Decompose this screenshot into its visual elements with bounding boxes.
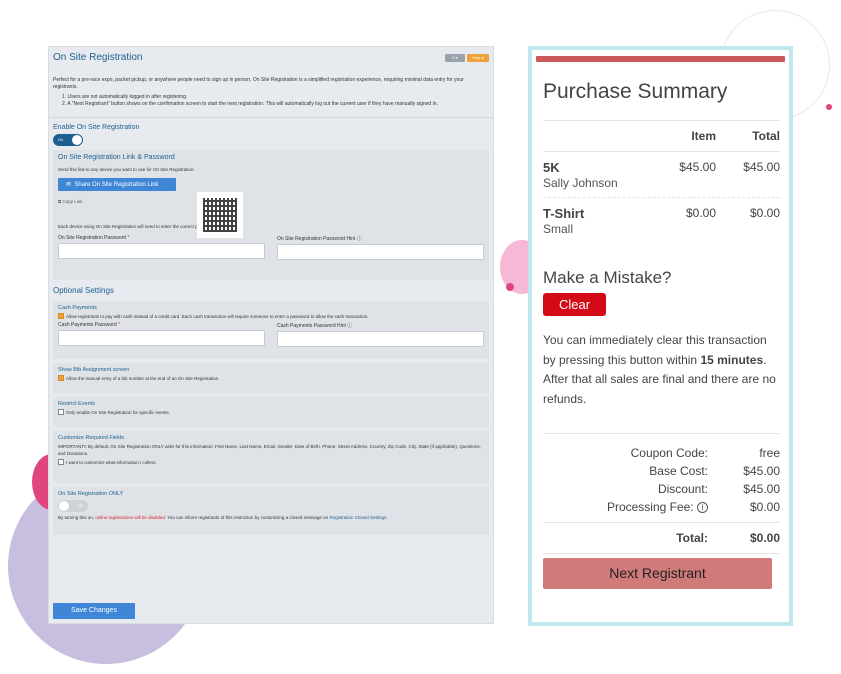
only-toggle[interactable]: Off [58, 500, 88, 512]
row-name: T-Shirt [543, 206, 585, 221]
device-note: Each device using On Site Registration w… [58, 224, 216, 229]
only-box: On Site Registration ONLY Off By turning… [53, 487, 489, 535]
list-item: 2. A "Next Registrant" button shows on t… [62, 101, 438, 107]
row-sub: Sally Johnson [543, 176, 618, 190]
customize-box: Customize Required Fields IMPORTANT!! By… [53, 431, 489, 483]
enable-toggle[interactable]: On [53, 134, 83, 146]
totals-section: Coupon Code: free Base Cost: $45.00 Disc… [543, 433, 780, 554]
bib-check-text: Allow the manual entry of a bib number a… [66, 375, 220, 381]
row-sub: Small [543, 222, 574, 236]
page-title: On Site Registration [53, 52, 143, 63]
toggle-label: On [58, 137, 64, 142]
customize-check-text: I want to customize what information I c… [66, 459, 157, 465]
mistake-title: Make a Mistake? [543, 268, 672, 287]
next-registrant-button[interactable]: Next Registrant [543, 558, 772, 589]
customize-important: IMPORTANT!! By default, On Site Registra… [58, 444, 481, 456]
processing-fee-label: Processing Fee: [606, 500, 694, 514]
coupon-label: Coupon Code: [630, 446, 708, 460]
restrict-check-text: Only enable On Site Registration for spe… [66, 409, 171, 415]
row-total: $45.00 [743, 160, 780, 174]
decor-dot [506, 283, 514, 291]
only-title: On Site Registration ONLY [58, 491, 124, 497]
description: Perfect for a pre-race expo, packet pick… [53, 77, 464, 90]
notes-list: 1. Users are not automatically logged in… [49, 91, 493, 107]
restrict-title: Restrict Events [58, 401, 95, 407]
only-note-pre: By turning this on, [58, 515, 95, 520]
optional-settings-title: Optional Settings [53, 286, 114, 295]
on-site-settings-panel: On Site Registration 0 ▾ Help ● Perfect … [48, 46, 494, 624]
purchase-summary-panel: Purchase Summary Item Total 5K Sally Joh… [528, 46, 793, 626]
required-mark: * [127, 235, 130, 241]
only-note-mid: You can inform registrants of this restr… [167, 515, 329, 520]
cash-check-text: Allow registrants to pay with cash inste… [66, 313, 369, 319]
bib-title: Show Bib Assignment screen [58, 367, 130, 373]
base-cost-label: Base Cost: [649, 464, 708, 478]
cash-payments-title: Cash Payments [58, 305, 97, 311]
qr-code [197, 192, 243, 238]
password-input[interactable] [58, 243, 265, 259]
restrict-checkbox[interactable] [58, 409, 64, 415]
col-total: Total [752, 129, 780, 143]
help-button[interactable]: Help ● [467, 54, 489, 62]
decor-dot [826, 104, 832, 110]
share-link-button[interactable]: ✉ Share On Site Registration Link [58, 178, 177, 191]
cash-password-label: Cash Payments Password [58, 322, 117, 328]
base-cost-value: $45.00 [743, 464, 780, 478]
discount-value: $45.00 [743, 482, 780, 496]
cash-hint-label: Cash Payments Password Hint ⓘ [277, 323, 353, 329]
only-note: By turning this on, online registrations… [58, 515, 484, 520]
table-header: Item Total [543, 121, 780, 151]
cash-payments-box: Cash Payments Allow registrants to pay w… [53, 301, 489, 359]
customize-checkbox[interactable] [58, 459, 64, 465]
cash-password-input[interactable] [58, 330, 265, 346]
share-link-label: Share On Site Registration Link [74, 182, 159, 188]
info-icon[interactable]: i [697, 502, 708, 514]
total-value: $0.00 [749, 531, 780, 545]
password-hint-input[interactable] [277, 244, 484, 260]
enable-label: Enable On Site Registration [53, 124, 140, 131]
link-box-title: On Site Registration Link & Password [58, 154, 175, 161]
processing-fee-value: $0.00 [749, 500, 780, 514]
row-item: $0.00 [685, 206, 716, 220]
cash-hint-input[interactable] [277, 331, 484, 347]
clear-button[interactable]: Clear [543, 293, 606, 316]
password-hint-label: On Site Registration Password Hint ⓘ [277, 236, 362, 242]
table-row: 5K Sally Johnson $45.00 $45.00 [543, 152, 780, 197]
copy-link-button[interactable]: ⧉ Copy Link [58, 199, 484, 204]
copy-link-label: Copy Link [62, 199, 83, 204]
total-label: Total: [676, 531, 708, 545]
send-link-text: Send this link to any device you want to… [58, 167, 195, 172]
bib-checkbox[interactable] [58, 375, 64, 381]
panel-header: On Site Registration 0 ▾ Help ● [49, 47, 493, 69]
customize-title: Customize Required Fields [58, 435, 125, 441]
registration-closed-settings-link[interactable]: Registration Closed Settings. [329, 515, 387, 520]
mistake-time: 15 minutes [700, 352, 764, 367]
mistake-text: You can immediately clear this transacti… [543, 331, 780, 409]
link-password-box: On Site Registration Link & Password Sen… [53, 150, 489, 280]
toggle-knob [72, 135, 82, 145]
required-mark: * [118, 322, 120, 328]
counter-badge[interactable]: 0 ▾ [445, 54, 465, 62]
row-total: $0.00 [749, 206, 780, 220]
purchase-summary-title: Purchase Summary [543, 80, 728, 103]
bib-box: Show Bib Assignment screen Allow the man… [53, 363, 489, 393]
toggle-knob [59, 501, 69, 511]
list-item: 1. Users are not automatically logged in… [62, 94, 188, 100]
restrict-box: Restrict Events Only enable On Site Regi… [53, 397, 489, 427]
cash-checkbox[interactable] [58, 313, 64, 319]
table-row: T-Shirt Small $0.00 $0.00 [543, 198, 780, 243]
toggle-label: Off [76, 503, 82, 508]
row-name: 5K [543, 160, 560, 175]
discount-label: Discount: [657, 482, 708, 496]
row-item: $45.00 [679, 160, 716, 174]
panel-accent-bar [536, 56, 785, 62]
only-note-warning: online registrations will be disabled. [95, 515, 167, 520]
col-item: Item [691, 129, 716, 143]
save-changes-button[interactable]: Save Changes [53, 603, 135, 619]
password-label: On Site Registration Password [58, 235, 127, 241]
coupon-value: free [759, 446, 780, 460]
